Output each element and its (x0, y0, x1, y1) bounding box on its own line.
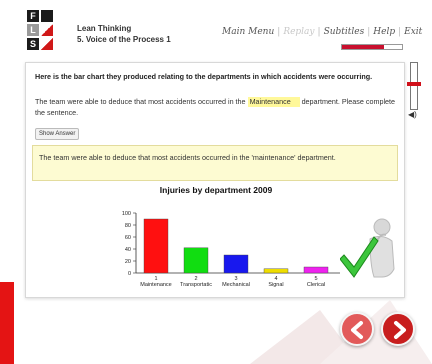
bar-mechanical (223, 254, 249, 274)
progress-fill (342, 45, 384, 49)
x-tick-label: Mechanical (222, 282, 250, 288)
content-panel: Here is the bar chart they produced rela… (25, 62, 405, 298)
bar-signal (263, 268, 289, 274)
y-tick-label: 20 (125, 259, 131, 265)
side-accent-strip (0, 282, 14, 364)
header: F L S Lean Thinking 5. Voice of the Proc… (0, 0, 432, 58)
previous-button[interactable] (340, 312, 374, 346)
exit-link[interactable]: Exit (404, 27, 422, 37)
x-tick-label: Clerical (307, 282, 325, 288)
arrow-right-icon (394, 321, 406, 339)
y-tick-label: 0 (128, 271, 131, 277)
injuries-chart: Injuries by department 2009 0 20 40 60 80 100… (86, 183, 346, 293)
arrow-left-icon (351, 321, 363, 339)
main-menu-link[interactable]: Main Menu (222, 27, 274, 37)
volume-slider[interactable] (410, 62, 418, 110)
course-title: Lean Thinking (77, 24, 132, 33)
y-tick-label: 60 (125, 235, 131, 241)
bar-transportatic (183, 247, 209, 274)
next-button[interactable] (381, 312, 415, 346)
logo-letter-f: F (30, 11, 36, 21)
speaker-icon[interactable]: ◀) (408, 110, 417, 119)
instruction-before: The team were able to deduce that most a… (35, 97, 246, 106)
answer-input[interactable] (247, 97, 300, 107)
x-tick-label: Maintenance (140, 282, 172, 288)
instruction-text: The team were able to deduce that most a… (35, 96, 397, 118)
logo-letter-s: S (29, 39, 36, 49)
correct-figure-icon (340, 218, 395, 278)
x-tick-label: Signal (268, 282, 283, 288)
help-link[interactable]: Help (373, 27, 395, 37)
y-tick-label: 100 (122, 211, 131, 217)
volume-control[interactable]: ◀) (406, 60, 426, 150)
y-tick-label: 40 (125, 247, 131, 253)
y-tick-label: 80 (125, 223, 131, 229)
question-text: Here is the bar chart they produced rela… (35, 72, 373, 81)
logo-letter-l: L (30, 25, 36, 35)
bar-clerical (303, 266, 329, 274)
bar-maintenance (143, 218, 169, 274)
show-answer-button[interactable]: Show Answer (35, 128, 80, 140)
chart-svg: Injuries by department 2009 0 20 40 60 80 100… (122, 185, 340, 288)
top-nav: Main Menu | Replay | Subtitles | Help | Exit (222, 27, 423, 37)
lesson-progress-bar (341, 44, 403, 50)
answer-box: The team were able to deduce that most a… (32, 145, 398, 181)
subtitles-link[interactable]: Subtitles (324, 27, 365, 37)
x-tick-label: Transportatic (180, 282, 212, 288)
chart-title: Injuries by department 2009 (160, 185, 273, 195)
volume-knob[interactable] (407, 82, 421, 86)
fls-logo: F L S (27, 10, 67, 50)
replay-link: Replay (283, 27, 315, 37)
lesson-title: 5. Voice of the Process 1 (77, 35, 171, 44)
